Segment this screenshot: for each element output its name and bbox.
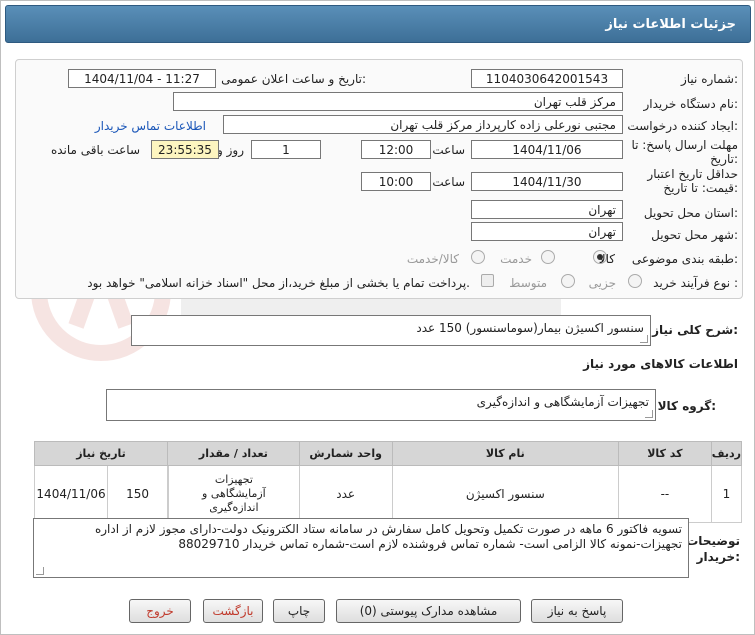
category-option-service: خدمت	[500, 252, 532, 266]
resize-handle[interactable]	[645, 410, 653, 418]
cell-quantity: 150	[107, 466, 167, 522]
col-header-need-date: تاریخ نیاز	[33, 441, 169, 466]
cell-group-line3: اندازه‌گیری	[209, 501, 259, 514]
category-radio-service[interactable]	[541, 250, 555, 264]
table-row: 1 -- سنسور اکسیژن عدد تجهیزات آزمایشگاهی…	[33, 465, 743, 523]
col-header-row: ردیف	[710, 441, 743, 466]
reply-deadline-label-1: مهلت ارسال پاسخ: تا	[631, 138, 738, 152]
announce-label: تاریخ و ساعت اعلان عمومی:	[221, 72, 366, 86]
cell-group-line2: آزمایشگاهی و	[202, 487, 266, 500]
buyer-notes-line2: تجهیزات-نمونه کالا الزامی است- شماره تما…	[178, 537, 682, 551]
remaining-label: ساعت باقی مانده	[50, 143, 140, 157]
back-button[interactable]: بازگشت	[203, 599, 263, 623]
validity-time-label: ساعت	[432, 175, 465, 189]
page-frame: جزئیات اطلاعات نیاز شماره نیاز: 11040306…	[0, 0, 755, 635]
summary-text: سنسور اکسیژن بیمار(سوماسنسور) 150 عدد	[416, 321, 644, 335]
buyer-notes-label-1: توضیحات	[686, 534, 740, 548]
validity-label-2: قیمت: تا تاریخ:	[663, 181, 738, 195]
col-header-code: کد کالا	[618, 441, 712, 466]
cell-group-line1: تجهیزات	[214, 473, 253, 486]
announce-field: 1404/11/04 - 11:27	[68, 69, 216, 88]
city-field: تهران	[471, 222, 623, 241]
summary-field: سنسور اکسیژن بیمار(سوماسنسور) 150 عدد	[131, 315, 651, 346]
validity-time-field: 10:00	[361, 172, 431, 191]
page-title: جزئیات اطلاعات نیاز	[605, 16, 736, 32]
contact-info-link[interactable]: اطلاعات تماس خریدار	[95, 119, 206, 133]
process-radio-minor[interactable]	[628, 274, 642, 288]
province-label: استان محل تحویل:	[643, 206, 738, 220]
validity-date-field: 1404/11/30	[471, 172, 623, 191]
resize-handle[interactable]	[36, 567, 44, 575]
category-option-goods-service: کالا/خدمت	[406, 252, 459, 266]
category-radio-goods-service[interactable]	[471, 250, 485, 264]
cell-need-date: 1404/11/06	[36, 487, 106, 501]
creator-field: مجتبی نورعلی زاده کارپرداز مرکز قلب تهرا…	[223, 115, 623, 134]
creator-label: ایجاد کننده درخواست:	[627, 119, 738, 133]
exit-button[interactable]: خروج	[129, 599, 191, 623]
category-option-goods: کالا	[598, 252, 615, 266]
reply-date-field: 1404/11/06	[471, 140, 623, 159]
page-header: جزئیات اطلاعات نیاز	[5, 5, 751, 43]
goods-group-label: گروه کالا:	[657, 399, 716, 413]
days-field: 1	[251, 140, 321, 159]
cell-quantity-group: تجهیزات آزمایشگاهی و اندازه‌گیری	[167, 465, 300, 523]
city-label: شهر محل تحویل:	[651, 228, 738, 242]
province-field: تهران	[471, 200, 623, 219]
process-label: نوع فرآیند خرید :	[653, 276, 738, 290]
reply-time-label: ساعت	[432, 143, 465, 157]
goods-section-title: اطلاعات کالاهای مورد نیاز	[583, 357, 738, 371]
cell-code: --	[618, 465, 712, 523]
col-header-name: نام کالا	[391, 441, 620, 466]
cell-group: تجهیزات آزمایشگاهی و اندازه‌گیری	[168, 466, 299, 522]
col-header-unit: واحد شمارش	[298, 441, 393, 466]
goods-table: ردیف کد کالا نام کالا واحد شمارش تعداد /…	[33, 441, 743, 523]
buyer-notes-label-2: خریدار:	[696, 550, 740, 564]
goods-group-text: تجهیزات آزمایشگاهی و اندازه‌گیری	[476, 395, 649, 409]
print-button[interactable]: چاپ	[273, 599, 325, 623]
process-option-medium: متوسط	[509, 276, 547, 290]
category-label: طبقه بندی موضوعی:	[631, 252, 738, 266]
buyer-notes-field: تسویه فاکتور 6 ماهه در صورت تکمیل وتحویل…	[33, 518, 689, 578]
reply-time-field: 12:00	[361, 140, 431, 159]
need-number-label: شماره نیاز:	[680, 72, 738, 86]
cell-quantity-date: 150 1404/11/06	[33, 465, 169, 523]
process-radio-medium[interactable]	[561, 274, 575, 288]
process-option-minor: جزیی	[588, 276, 616, 290]
validity-label-1: حداقل تاریخ اعتبار	[647, 167, 738, 181]
remaining-time-field: 23:55:35	[151, 140, 219, 159]
resize-handle[interactable]	[640, 335, 648, 343]
payment-note: پرداخت تمام یا بخشی از مبلغ خرید،از محل …	[87, 276, 470, 290]
table-header-row: ردیف کد کالا نام کالا واحد شمارش تعداد /…	[33, 441, 743, 466]
buyer-notes-line1: تسویه فاکتور 6 ماهه در صورت تکمیل وتحویل…	[94, 522, 682, 536]
days-label: روز و	[217, 143, 244, 157]
reply-button[interactable]: پاسخ به نیاز	[531, 599, 623, 623]
cell-row: 1	[710, 465, 743, 523]
buyer-org-label: نام دستگاه خریدار:	[643, 97, 739, 111]
col-header-quantity: تعداد / مقدار	[167, 441, 300, 466]
buyer-org-field: مرکز قلب تهران	[173, 92, 623, 111]
attachments-button[interactable]: مشاهده مدارک پیوستی (0)	[336, 599, 521, 623]
cell-name: سنسور اکسیژن	[391, 465, 620, 523]
treasury-checkbox[interactable]	[481, 274, 494, 287]
reply-deadline-label-2: تاریخ:	[710, 152, 738, 166]
goods-group-field: تجهیزات آزمایشگاهی و اندازه‌گیری	[106, 389, 656, 421]
summary-label: شرح کلی نیاز:	[652, 323, 738, 337]
need-number-field: 1104030642001543	[471, 69, 623, 88]
cell-unit: عدد	[298, 465, 393, 523]
